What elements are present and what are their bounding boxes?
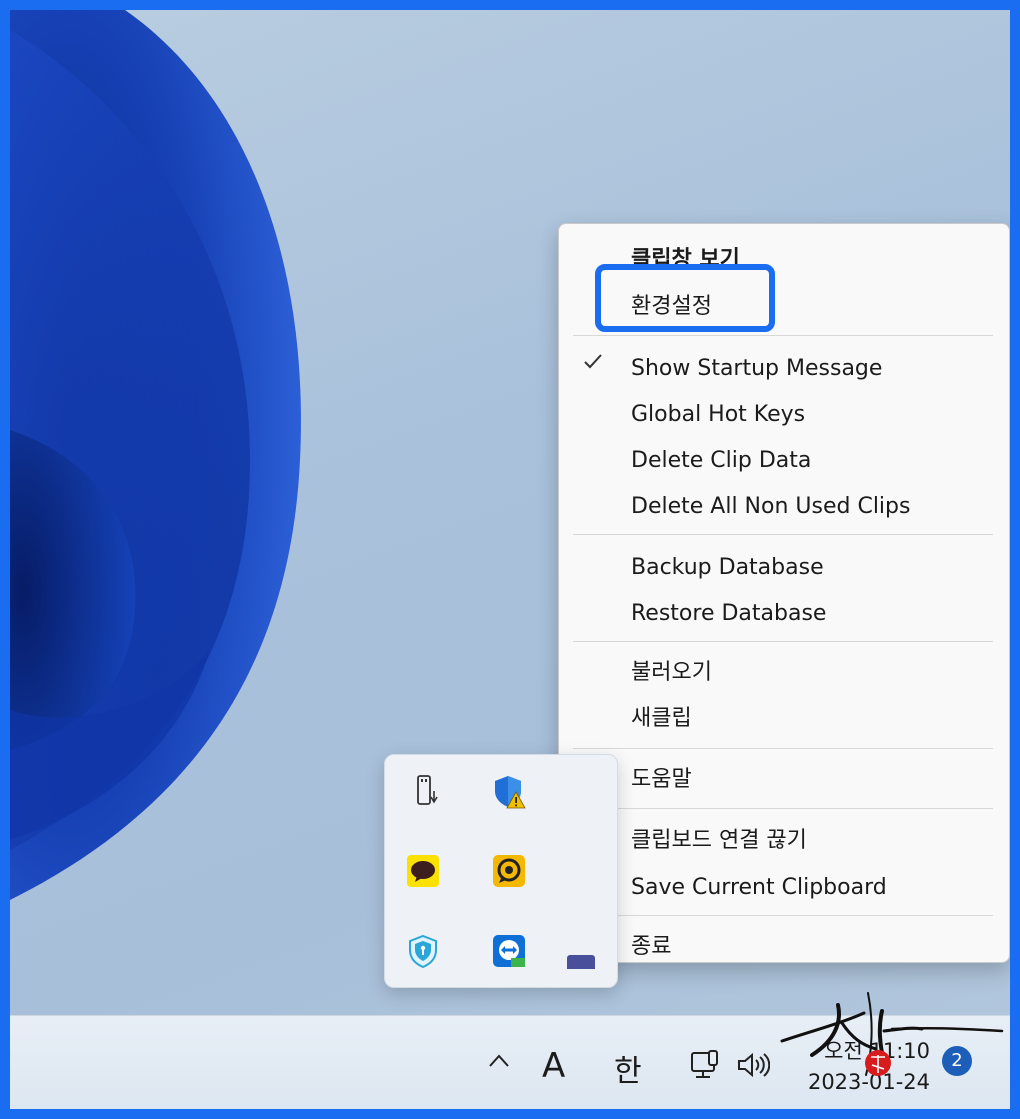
highlight-box	[595, 264, 775, 332]
remote-desktop-icon[interactable]	[491, 853, 527, 889]
kakaotalk-icon[interactable]	[405, 853, 441, 889]
desktop: 클립창 보기 환경설정 Show Startup Message Global …	[10, 10, 1010, 1109]
menu-item-backup-database[interactable]: Backup Database	[631, 548, 824, 588]
menu-separator	[573, 534, 993, 535]
menu-item-delete-all-non-used-clips[interactable]: Delete All Non Used Clips	[631, 487, 910, 527]
ime-mode-indicator[interactable]: A	[542, 1046, 565, 1086]
menu-item-disconnect-clipboard[interactable]: 클립보드 연결 끊기	[631, 821, 807, 861]
tray-overflow-flyout	[384, 754, 618, 988]
usb-drive-icon[interactable]	[407, 773, 443, 809]
shield-protection-icon[interactable]	[405, 933, 441, 969]
teamviewer-icon[interactable]	[491, 933, 527, 969]
menu-item-load[interactable]: 불러오기	[631, 653, 712, 693]
menu-separator	[573, 641, 993, 642]
menu-item-global-hot-keys[interactable]: Global Hot Keys	[631, 395, 805, 435]
security-warning-shield-icon[interactable]	[491, 773, 527, 809]
ime-language-indicator[interactable]: 한	[614, 1046, 642, 1090]
network-icon[interactable]	[689, 1048, 723, 1082]
screenshot-frame: 클립창 보기 환경설정 Show Startup Message Global …	[0, 0, 1020, 1119]
partial-tray-icon[interactable]	[567, 955, 595, 969]
menu-item-new-clip[interactable]: 새클립	[631, 699, 692, 739]
menu-item-help[interactable]: 도움말	[631, 760, 692, 800]
checkmark-icon	[584, 354, 602, 369]
menu-separator	[573, 915, 993, 916]
menu-separator	[573, 748, 993, 749]
menu-separator	[573, 335, 993, 336]
context-menu: 클립창 보기 환경설정 Show Startup Message Global …	[558, 223, 1010, 963]
menu-item-delete-clip-data[interactable]: Delete Clip Data	[631, 441, 811, 481]
menu-item-restore-database[interactable]: Restore Database	[631, 594, 826, 634]
menu-item-save-current-clipboard[interactable]: Save Current Clipboard	[631, 868, 887, 908]
menu-item-show-startup-message[interactable]: Show Startup Message	[631, 349, 882, 389]
chevron-up-icon[interactable]	[488, 1050, 510, 1072]
signature-watermark	[780, 992, 1004, 1076]
speaker-icon[interactable]	[736, 1050, 770, 1080]
menu-item-exit[interactable]: 종료	[631, 927, 671, 967]
menu-separator	[573, 808, 993, 809]
